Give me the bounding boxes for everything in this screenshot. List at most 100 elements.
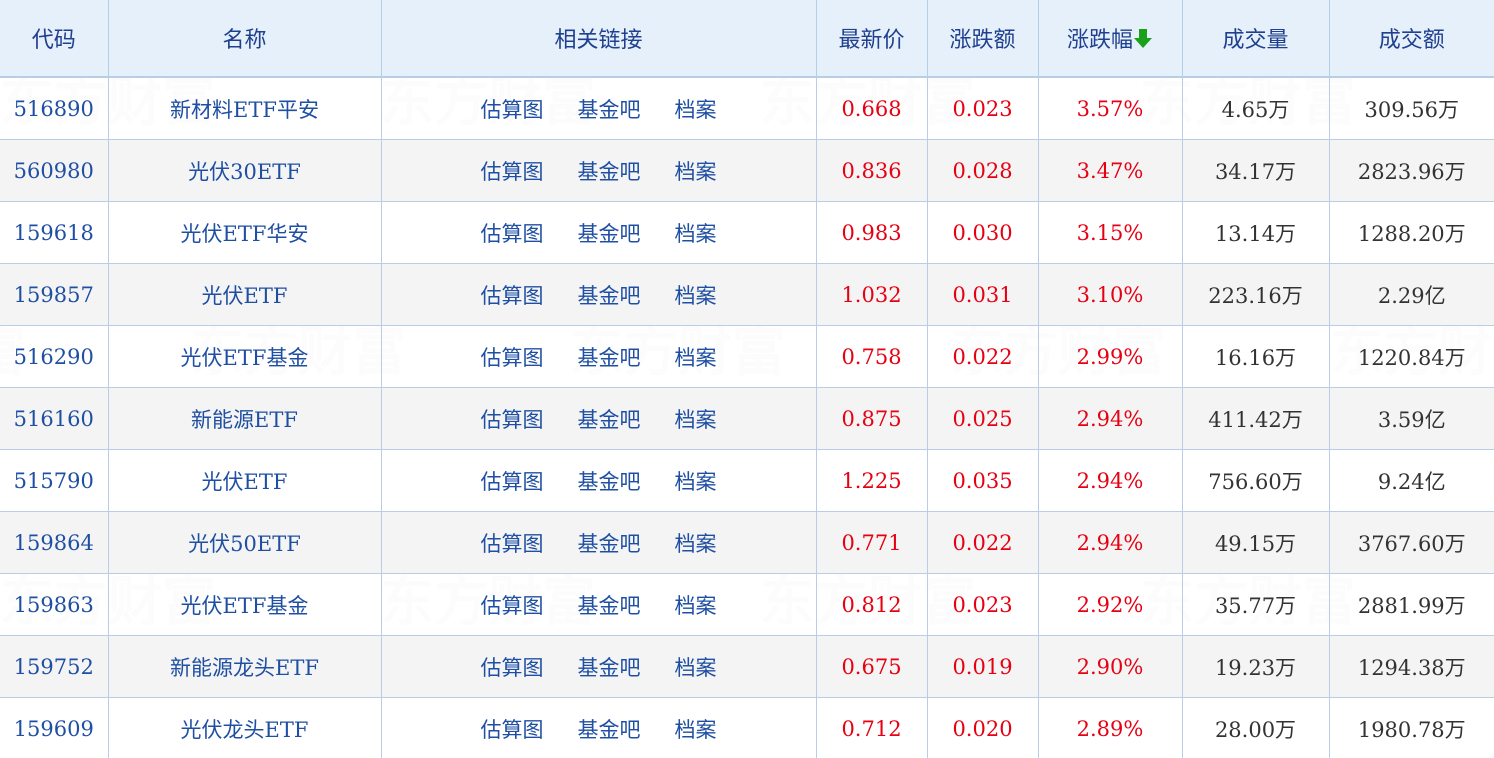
price-change: 0.035 [927, 449, 1039, 512]
change-percent: 2.99% [1038, 325, 1183, 388]
trade-amount: 3767.60万 [1329, 511, 1494, 574]
trade-amount: 1980.78万 [1329, 697, 1494, 758]
fund-profile-link[interactable]: 档案 [675, 218, 717, 248]
related-links: 估算图 基金吧 档案 [381, 697, 817, 758]
fund-name-link[interactable]: 光伏50ETF [108, 511, 382, 574]
fund-code-link[interactable]: 516290 [0, 325, 109, 388]
fund-name-link[interactable]: 光伏ETF基金 [108, 325, 382, 388]
related-links: 估算图 基金吧 档案 [381, 263, 817, 326]
fund-code-link[interactable]: 560980 [0, 139, 109, 202]
fund-name-link[interactable]: 新材料ETF平安 [108, 77, 382, 140]
header-links: 相关链接 [381, 0, 817, 78]
related-links: 估算图 基金吧 档案 [381, 325, 817, 388]
fund-name-link[interactable]: 光伏ETF [108, 263, 382, 326]
fund-forum-link[interactable]: 基金吧 [578, 94, 641, 124]
related-links: 估算图 基金吧 档案 [381, 635, 817, 698]
arrow-down-icon[interactable] [1133, 28, 1153, 50]
fund-name-link[interactable]: 光伏30ETF [108, 139, 382, 202]
table-row: 516290 光伏ETF基金 估算图 基金吧 档案 0.758 0.022 2.99% 16.1… [0, 325, 1494, 388]
trade-amount: 3.59亿 [1329, 387, 1494, 450]
fund-code-link[interactable]: 159864 [0, 511, 109, 574]
estimate-chart-link[interactable]: 估算图 [481, 218, 544, 248]
fund-name-link[interactable]: 光伏ETF华安 [108, 201, 382, 264]
fund-profile-link[interactable]: 档案 [675, 466, 717, 496]
estimate-chart-link[interactable]: 估算图 [481, 404, 544, 434]
fund-profile-link[interactable]: 档案 [675, 342, 717, 372]
fund-code-link[interactable]: 515790 [0, 449, 109, 512]
header-pct[interactable]: 涨跌幅 [1038, 0, 1183, 78]
header-volume[interactable]: 成交量 [1182, 0, 1330, 78]
related-links: 估算图 基金吧 档案 [381, 573, 817, 636]
estimate-chart-link[interactable]: 估算图 [481, 280, 544, 310]
trade-volume: 411.42万 [1182, 387, 1330, 450]
fund-code-link[interactable]: 516890 [0, 77, 109, 140]
table-row: 159752 新能源龙头ETF 估算图 基金吧 档案 0.675 0.019 2.90% 19.… [0, 635, 1494, 698]
table-header-row: 代码 名称 相关链接 最新价 涨跌额 涨跌幅 成交量 成交额 [0, 0, 1494, 78]
estimate-chart-link[interactable]: 估算图 [481, 342, 544, 372]
related-links: 估算图 基金吧 档案 [381, 387, 817, 450]
latest-price: 0.668 [816, 77, 928, 140]
fund-profile-link[interactable]: 档案 [675, 94, 717, 124]
fund-name-link[interactable]: 光伏ETF [108, 449, 382, 512]
fund-forum-link[interactable]: 基金吧 [578, 652, 641, 682]
estimate-chart-link[interactable]: 估算图 [481, 590, 544, 620]
fund-profile-link[interactable]: 档案 [675, 590, 717, 620]
fund-forum-link[interactable]: 基金吧 [578, 218, 641, 248]
fund-forum-link[interactable]: 基金吧 [578, 342, 641, 372]
fund-profile-link[interactable]: 档案 [675, 404, 717, 434]
price-change: 0.019 [927, 635, 1039, 698]
trade-volume: 19.23万 [1182, 635, 1330, 698]
estimate-chart-link[interactable]: 估算图 [481, 466, 544, 496]
latest-price: 0.758 [816, 325, 928, 388]
table-row: 159864 光伏50ETF 估算图 基金吧 档案 0.771 0.022 2.94% 49.1… [0, 511, 1494, 574]
price-change: 0.030 [927, 201, 1039, 264]
price-change: 0.031 [927, 263, 1039, 326]
estimate-chart-link[interactable]: 估算图 [481, 94, 544, 124]
fund-forum-link[interactable]: 基金吧 [578, 466, 641, 496]
fund-forum-link[interactable]: 基金吧 [578, 590, 641, 620]
change-percent: 2.94% [1038, 387, 1183, 450]
fund-profile-link[interactable]: 档案 [675, 280, 717, 310]
fund-code-link[interactable]: 159609 [0, 697, 109, 758]
fund-name-link[interactable]: 光伏龙头ETF [108, 697, 382, 758]
price-change: 0.028 [927, 139, 1039, 202]
fund-profile-link[interactable]: 档案 [675, 156, 717, 186]
fund-code-link[interactable]: 516160 [0, 387, 109, 450]
fund-forum-link[interactable]: 基金吧 [578, 156, 641, 186]
fund-forum-link[interactable]: 基金吧 [578, 528, 641, 558]
fund-code-link[interactable]: 159857 [0, 263, 109, 326]
estimate-chart-link[interactable]: 估算图 [481, 714, 544, 744]
header-price[interactable]: 最新价 [816, 0, 928, 78]
estimate-chart-link[interactable]: 估算图 [481, 528, 544, 558]
related-links: 估算图 基金吧 档案 [381, 449, 817, 512]
fund-code-link[interactable]: 159752 [0, 635, 109, 698]
fund-forum-link[interactable]: 基金吧 [578, 280, 641, 310]
fund-code-link[interactable]: 159618 [0, 201, 109, 264]
header-amount[interactable]: 成交额 [1329, 0, 1494, 78]
trade-volume: 13.14万 [1182, 201, 1330, 264]
fund-profile-link[interactable]: 档案 [675, 652, 717, 682]
fund-name-link[interactable]: 新能源龙头ETF [108, 635, 382, 698]
fund-profile-link[interactable]: 档案 [675, 714, 717, 744]
price-change: 0.023 [927, 573, 1039, 636]
latest-price: 0.675 [816, 635, 928, 698]
estimate-chart-link[interactable]: 估算图 [481, 156, 544, 186]
fund-name-link[interactable]: 新能源ETF [108, 387, 382, 450]
price-change: 0.025 [927, 387, 1039, 450]
trade-amount: 1220.84万 [1329, 325, 1494, 388]
latest-price: 1.225 [816, 449, 928, 512]
header-name[interactable]: 名称 [108, 0, 382, 78]
fund-profile-link[interactable]: 档案 [675, 528, 717, 558]
fund-forum-link[interactable]: 基金吧 [578, 714, 641, 744]
price-change: 0.022 [927, 325, 1039, 388]
estimate-chart-link[interactable]: 估算图 [481, 652, 544, 682]
table-row: 159863 光伏ETF基金 估算图 基金吧 档案 0.812 0.023 2.92% 35.7… [0, 573, 1494, 636]
trade-volume: 16.16万 [1182, 325, 1330, 388]
header-change[interactable]: 涨跌额 [927, 0, 1039, 78]
related-links: 估算图 基金吧 档案 [381, 511, 817, 574]
table-row: 516160 新能源ETF 估算图 基金吧 档案 0.875 0.025 2.94% 411.4… [0, 387, 1494, 450]
fund-code-link[interactable]: 159863 [0, 573, 109, 636]
fund-name-link[interactable]: 光伏ETF基金 [108, 573, 382, 636]
fund-forum-link[interactable]: 基金吧 [578, 404, 641, 434]
header-code[interactable]: 代码 [0, 0, 109, 78]
